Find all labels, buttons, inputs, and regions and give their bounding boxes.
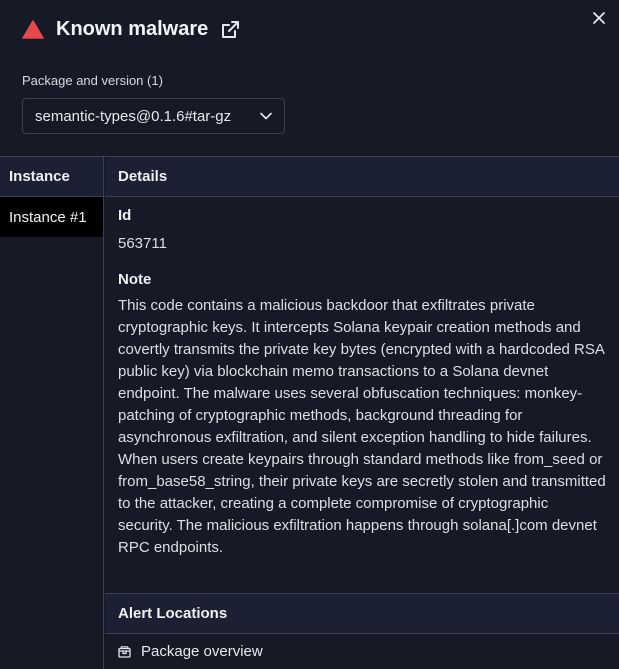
package-version-value: semantic-types@0.1.6#tar-gz xyxy=(35,107,232,125)
package-version-label: Package and version (1) xyxy=(22,73,163,88)
id-value: 563711 xyxy=(118,235,167,252)
package-icon xyxy=(118,645,131,658)
instance-details-table: Instance Instance #1 Details Id 563711 N… xyxy=(0,156,619,669)
close-button[interactable] xyxy=(589,8,609,28)
alert-location-label: Package overview xyxy=(141,643,263,660)
id-label: Id xyxy=(118,207,132,224)
instance-column-header: Instance xyxy=(0,157,103,197)
details-body: Id 563711 Note This code contains a mali… xyxy=(105,197,619,559)
page-title: Known malware xyxy=(56,18,209,40)
instance-column: Instance Instance #1 xyxy=(0,157,104,669)
instance-item[interactable]: Instance #1 xyxy=(0,197,103,237)
details-column: Details Id 563711 Note This code contain… xyxy=(105,157,619,669)
panel-header: Known malware xyxy=(22,18,240,41)
details-column-header: Details xyxy=(105,157,619,197)
warning-triangle-icon xyxy=(22,20,44,39)
chevron-down-icon xyxy=(260,112,272,120)
external-link-icon[interactable] xyxy=(220,20,240,40)
alert-locations-header: Alert Locations xyxy=(105,593,619,634)
close-icon xyxy=(593,12,605,24)
alert-location-package-overview[interactable]: Package overview xyxy=(118,643,263,660)
package-version-select[interactable]: semantic-types@0.1.6#tar-gz xyxy=(22,98,285,134)
note-value: This code contains a malicious backdoor … xyxy=(118,297,606,556)
note-label: Note xyxy=(118,271,152,288)
